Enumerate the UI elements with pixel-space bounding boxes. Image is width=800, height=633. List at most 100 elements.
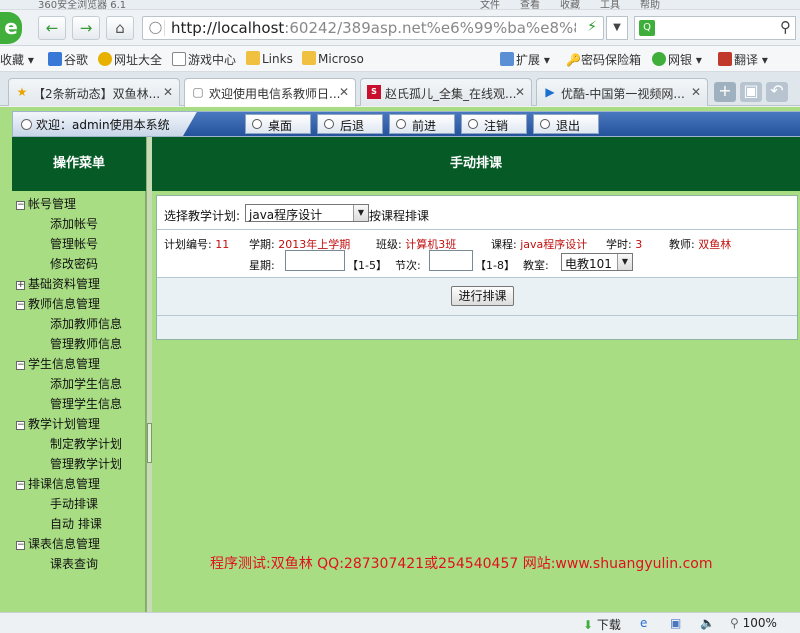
weekday-input[interactable] xyxy=(285,250,345,271)
online-banking-button[interactable]: 网银 ▾ xyxy=(652,51,702,68)
speaker-icon[interactable]: 🔈 xyxy=(700,616,715,630)
collapse-icon[interactable]: − xyxy=(16,361,25,370)
bookmark-label: Links xyxy=(262,52,293,66)
collapse-icon[interactable]: − xyxy=(16,481,25,490)
period-label: 节次: xyxy=(395,259,421,272)
address-dropdown-button[interactable]: ▼ xyxy=(606,16,628,40)
window-title: 360安全浏览器 6.1 xyxy=(38,0,127,10)
plan-select-value: java程序设计 xyxy=(249,208,323,222)
tab-dynamics[interactable]: ★ 【2条新动态】双鱼林... ✕ xyxy=(8,78,180,106)
tree-group-label: 排课信息管理 xyxy=(28,477,101,491)
tree-item-timetable-query[interactable]: 课表查询 xyxy=(50,555,98,572)
bookmark-label: 密码保险箱 xyxy=(580,53,641,67)
term-label: 学期: xyxy=(249,238,275,251)
page-icon: ▢ xyxy=(192,85,204,99)
tree-item-manual-scheduling[interactable]: 手动排课 xyxy=(50,495,98,512)
extensions-button[interactable]: 扩展 ▾ xyxy=(500,51,550,68)
device-icon[interactable]: ▣ xyxy=(670,616,681,630)
classroom-select[interactable]: 电教101 ▼ xyxy=(561,253,633,271)
tree-item-manage-students[interactable]: 管理学生信息 xyxy=(50,395,122,412)
plan-number-value: 11 xyxy=(215,238,230,251)
tree-group-accounts[interactable]: − 帐号管理 xyxy=(16,195,76,212)
tree-item-add-teacher[interactable]: 添加教师信息 xyxy=(50,315,122,332)
tree-item-add-account[interactable]: 添加帐号 xyxy=(50,215,98,232)
bookmark-game-center[interactable]: 游戏中心 xyxy=(172,51,236,68)
tree-group-scheduling[interactable]: − 排课信息管理 xyxy=(16,475,100,492)
nav-logout[interactable]: 注销 xyxy=(461,114,527,134)
chevron-down-icon[interactable]: ▼ xyxy=(617,254,632,270)
google-icon xyxy=(48,52,62,66)
menu-favorites[interactable]: 收藏 xyxy=(560,0,580,9)
classroom-select-value: 电教101 xyxy=(565,257,612,271)
plan-details-row: 计划编号: 11 学期: 2013年上学期 班级: 计算机3班 课程: java… xyxy=(157,230,797,278)
browser-logo-icon: e xyxy=(0,12,22,44)
tree-group-teaching-plans[interactable]: − 教学计划管理 xyxy=(16,415,100,432)
translate-button[interactable]: 翻译 ▾ xyxy=(718,51,768,68)
search-engine-icon[interactable]: Q xyxy=(639,20,655,36)
tree-item-create-plan[interactable]: 制定教学计划 xyxy=(50,435,122,452)
bookmark-site-directory[interactable]: 网址大全 xyxy=(98,51,162,68)
zoom-control[interactable]: ⚲ 100% xyxy=(730,616,777,630)
tree-item-manage-teachers[interactable]: 管理教师信息 xyxy=(50,335,122,352)
collapse-icon[interactable]: − xyxy=(16,421,25,430)
plan-select[interactable]: java程序设计 ▼ xyxy=(245,204,369,222)
close-icon[interactable]: ✕ xyxy=(515,85,525,99)
tree-item-auto-scheduling[interactable]: 自动 排课 xyxy=(50,515,102,532)
collapse-icon[interactable]: − xyxy=(16,301,25,310)
home-button[interactable]: ⌂ xyxy=(106,16,134,40)
bookmark-google[interactable]: 谷歌 xyxy=(48,51,88,68)
menu-help[interactable]: 帮助 xyxy=(640,0,660,9)
download-button[interactable]: ⬇ 下载 xyxy=(583,616,621,633)
bookmark-microsoft[interactable]: Microso xyxy=(302,51,364,66)
close-icon[interactable]: ✕ xyxy=(339,85,349,99)
close-icon[interactable]: ✕ xyxy=(691,85,701,99)
tree-item-add-student[interactable]: 添加学生信息 xyxy=(50,375,122,392)
address-bar[interactable]: ◯ http://localhost:60242/389asp.net%e6%9… xyxy=(142,16,604,40)
close-icon[interactable]: ✕ xyxy=(163,85,173,99)
password-safe-button[interactable]: 🔑密码保险箱 xyxy=(566,51,641,68)
menu-view[interactable]: 查看 xyxy=(520,0,540,9)
tree-group-students[interactable]: − 学生信息管理 xyxy=(16,355,100,372)
nav-exit[interactable]: 退出 xyxy=(533,114,599,134)
nav-back[interactable]: 后退 xyxy=(317,114,383,134)
nav-forward[interactable]: 前进 xyxy=(389,114,455,134)
back-button[interactable]: ← xyxy=(38,16,66,40)
lightning-icon[interactable]: ⚡ xyxy=(587,19,597,35)
ie-mode-icon[interactable]: e xyxy=(640,616,647,630)
bookmark-label: 网银 xyxy=(668,53,693,67)
tab-youku[interactable]: ▶ 优酷-中国第一视频网... ✕ xyxy=(536,78,708,106)
extensions-icon xyxy=(500,52,514,66)
chevron-down-icon[interactable]: ▼ xyxy=(353,205,368,221)
zoom-level: 100% xyxy=(742,616,777,630)
tree-item-change-password[interactable]: 修改密码 xyxy=(50,255,98,272)
tree-group-basic-data[interactable]: + 基础资料管理 xyxy=(16,275,100,292)
menu-file[interactable]: 文件 xyxy=(480,0,500,9)
tab-welcome[interactable]: ▢ 欢迎使用电信系教师日... ✕ xyxy=(184,78,356,107)
restore-tab-button[interactable]: ▣ xyxy=(740,82,762,102)
expand-icon[interactable]: + xyxy=(16,281,25,290)
search-box[interactable]: Q ⚲ xyxy=(634,16,796,40)
radio-icon xyxy=(252,119,262,129)
tree-item-manage-plans[interactable]: 管理教学计划 xyxy=(50,455,122,472)
tree-group-timetable[interactable]: − 课表信息管理 xyxy=(16,535,100,552)
address-url[interactable]: http://localhost:60242/389asp.net%e6%99%… xyxy=(171,19,576,37)
tree-group-teachers[interactable]: − 教师信息管理 xyxy=(16,295,100,312)
menu-tools[interactable]: 工具 xyxy=(600,0,620,9)
new-tab-button[interactable]: + xyxy=(714,82,736,102)
nav-desktop[interactable]: 桌面 xyxy=(245,114,311,134)
search-icon[interactable]: ⚲ xyxy=(780,18,791,36)
bookmark-favorites[interactable]: 收藏 ▾ xyxy=(0,51,34,68)
schedule-submit-button[interactable]: 进行排课 xyxy=(451,286,514,306)
period-input[interactable] xyxy=(429,250,473,271)
bookmark-links[interactable]: Links xyxy=(246,51,293,66)
collapse-icon[interactable]: − xyxy=(16,201,25,210)
app-frame: 欢迎：admin使用本系统 桌面 后退 前进 注销 退出 操作菜单 − 帐号管理 … xyxy=(0,107,800,612)
tab-label: 欢迎使用电信系教师日... xyxy=(209,87,341,101)
bookmark-label: 扩展 xyxy=(516,53,541,67)
forward-button[interactable]: → xyxy=(72,16,100,40)
collapse-icon[interactable]: − xyxy=(16,541,25,550)
tree-item-manage-accounts[interactable]: 管理帐号 xyxy=(50,235,98,252)
undo-close-button[interactable]: ↶ xyxy=(766,82,788,102)
course-label: 课程: xyxy=(491,238,517,251)
tab-orphan-video[interactable]: S 赵氏孤儿_全集_在线观... ✕ xyxy=(360,78,532,106)
